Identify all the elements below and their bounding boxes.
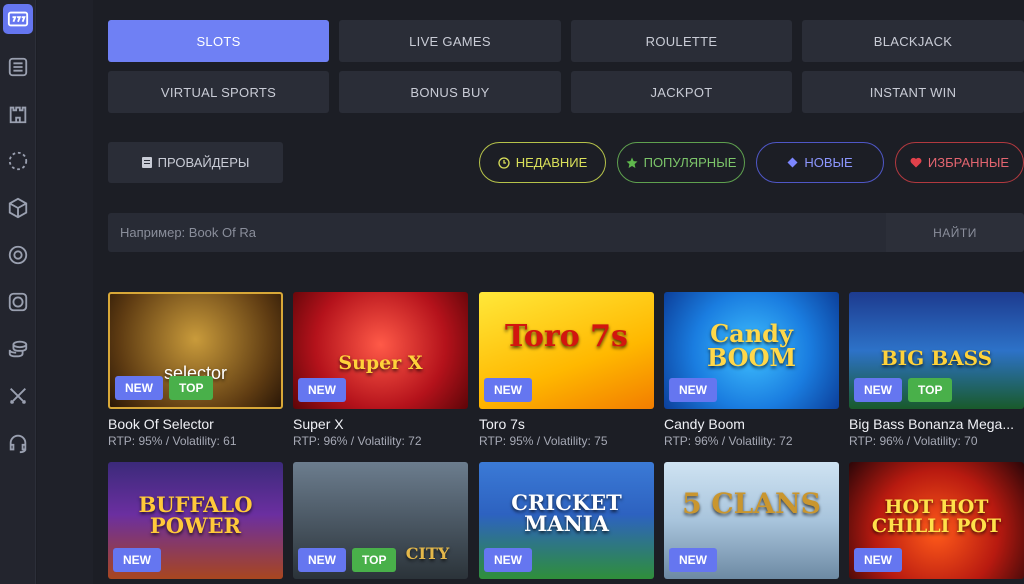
filter-favorites-button[interactable]: ИЗБРАННЫЕ xyxy=(895,142,1024,183)
top-badge: TOP xyxy=(352,548,397,572)
game-card[interactable]: HOT HOT CHILLI POT NEW xyxy=(849,462,1024,579)
new-badge: NEW xyxy=(298,548,346,572)
coins-stack-icon[interactable] xyxy=(3,334,33,364)
new-badge: NEW xyxy=(298,378,346,402)
providers-button[interactable]: ПРОВАЙДЕРЫ xyxy=(108,142,283,183)
game-card[interactable]: BIG BASS NEW TOP Big Bass Bonanza Mega..… xyxy=(849,292,1024,448)
tab-blackjack[interactable]: BLACKJACK xyxy=(802,20,1024,62)
game-rtp-volatility: RTP: 95% / Volatility: 61 xyxy=(108,434,237,448)
filter-recent-label: НЕДАВНИЕ xyxy=(515,155,588,170)
game-title[interactable]: Big Bass Bonanza Mega... xyxy=(849,416,1024,432)
game-card[interactable]: Candy BOOM NEW Candy Boom RTP: 96% / Vol… xyxy=(664,292,839,448)
thumbnail-art-text: Super X xyxy=(338,352,423,374)
filter-recent-button[interactable]: НЕДАВНИЕ xyxy=(479,142,606,183)
new-badge: NEW xyxy=(484,548,532,572)
new-badge: NEW xyxy=(115,376,163,400)
sidebar-gutter xyxy=(37,0,93,584)
thumbnail-art-text: CITY xyxy=(405,544,450,563)
game-title[interactable]: Super X xyxy=(293,416,468,432)
new-badge: NEW xyxy=(484,378,532,402)
filter-favorites-label: ИЗБРАННЫЕ xyxy=(927,155,1010,170)
tab-instant-win[interactable]: INSTANT WIN xyxy=(802,71,1024,113)
game-card[interactable]: CITY NEW TOP xyxy=(293,462,468,579)
thumbnail-art-text: HOT HOT CHILLI POT xyxy=(871,496,1002,537)
game-thumbnail[interactable]: Super X NEW xyxy=(293,292,468,409)
filter-new-button[interactable]: НОВЫЕ xyxy=(756,142,884,183)
dotted-circle-icon[interactable] xyxy=(3,146,33,176)
new-badge: NEW xyxy=(669,548,717,572)
game-thumbnail[interactable]: CITY NEW TOP xyxy=(293,462,468,579)
top-badge: TOP xyxy=(169,376,214,400)
list-icon[interactable] xyxy=(3,52,33,82)
tab-live-games[interactable]: LIVE GAMES xyxy=(339,20,561,62)
bingo-40-icon[interactable] xyxy=(3,287,33,317)
game-thumbnail[interactable]: BUFFALO POWER NEW xyxy=(108,462,283,579)
tab-slots[interactable]: SLOTS xyxy=(108,20,329,62)
game-thumbnail[interactable]: BIG BASS NEW TOP xyxy=(849,292,1024,409)
document-icon xyxy=(141,157,152,168)
game-rtp-volatility: RTP: 96% / Volatility: 70 xyxy=(849,434,978,448)
thumbnail-art-text: Toro 7s xyxy=(505,319,628,354)
new-badge: NEW xyxy=(669,378,717,402)
game-thumbnail[interactable]: CRICKET MANIA NEW xyxy=(479,462,654,579)
thumbnail-art-text: BIG BASS xyxy=(880,346,993,370)
game-thumbnail[interactable]: HOT HOT CHILLI POT NEW xyxy=(849,462,1024,579)
game-thumbnail[interactable]: Toro 7s NEW xyxy=(479,292,654,409)
main-content: SLOTS LIVE GAMES ROULETTE BLACKJACK VIRT… xyxy=(93,0,1024,584)
tab-virtual-sports[interactable]: VIRTUAL SPORTS xyxy=(108,71,329,113)
game-title[interactable]: Toro 7s xyxy=(479,416,654,432)
slots-777-icon[interactable] xyxy=(3,4,33,34)
tab-roulette[interactable]: ROULETTE xyxy=(571,20,792,62)
filter-new-label: НОВЫЕ xyxy=(804,155,853,170)
new-badge: NEW xyxy=(854,548,902,572)
game-rtp-volatility: RTP: 96% / Volatility: 72 xyxy=(293,434,422,448)
game-thumbnail[interactable]: Candy BOOM NEW xyxy=(664,292,839,409)
game-title[interactable]: Book Of Selector xyxy=(108,416,283,432)
top-badge: TOP xyxy=(908,378,953,402)
thumbnail-art-text: 5 CLANS xyxy=(682,487,821,520)
thumbnail-art-text: Candy BOOM xyxy=(706,319,797,372)
thumbnail-art-text: BUFFALO POWER xyxy=(138,492,253,538)
game-card[interactable]: Super X NEW Super X RTP: 96% / Volatilit… xyxy=(293,292,468,448)
star-icon xyxy=(626,157,638,168)
game-rtp-volatility: RTP: 96% / Volatility: 72 xyxy=(664,434,793,448)
new-badge: NEW xyxy=(113,548,161,572)
diamond-icon xyxy=(787,157,798,168)
dice-icon[interactable] xyxy=(3,193,33,223)
tab-jackpot[interactable]: JACKPOT xyxy=(571,71,792,113)
search-button[interactable]: НАЙТИ xyxy=(886,213,1024,252)
game-rtp-volatility: RTP: 95% / Volatility: 75 xyxy=(479,434,608,448)
game-thumbnail[interactable]: selector NEW TOP xyxy=(108,292,283,409)
filter-popular-button[interactable]: ПОПУЛЯРНЫЕ xyxy=(617,142,745,183)
game-card[interactable]: 5 CLANS NEW xyxy=(664,462,839,579)
filter-popular-label: ПОПУЛЯРНЫЕ xyxy=(643,155,737,170)
game-card[interactable]: selector NEW TOP Book Of Selector RTP: 9… xyxy=(108,292,283,448)
clock-icon xyxy=(498,156,510,169)
left-sidebar xyxy=(0,0,36,584)
headset-icon[interactable] xyxy=(3,428,33,458)
game-title[interactable]: Candy Boom xyxy=(664,416,839,432)
crossed-swords-icon[interactable] xyxy=(3,381,33,411)
castle-icon[interactable] xyxy=(3,99,33,129)
roulette-icon[interactable] xyxy=(3,240,33,270)
game-card[interactable]: CRICKET MANIA NEW xyxy=(479,462,654,579)
game-card[interactable]: Toro 7s NEW Toro 7s RTP: 95% / Volatilit… xyxy=(479,292,654,448)
new-badge: NEW xyxy=(854,378,902,402)
heart-icon xyxy=(910,157,922,168)
game-card[interactable]: BUFFALO POWER NEW xyxy=(108,462,283,579)
tab-bonus-buy[interactable]: BONUS BUY xyxy=(339,71,561,113)
thumbnail-art-text: CRICKET MANIA xyxy=(511,490,622,536)
providers-label: ПРОВАЙДЕРЫ xyxy=(157,155,250,170)
search-input[interactable] xyxy=(108,213,886,252)
game-thumbnail[interactable]: 5 CLANS NEW xyxy=(664,462,839,579)
